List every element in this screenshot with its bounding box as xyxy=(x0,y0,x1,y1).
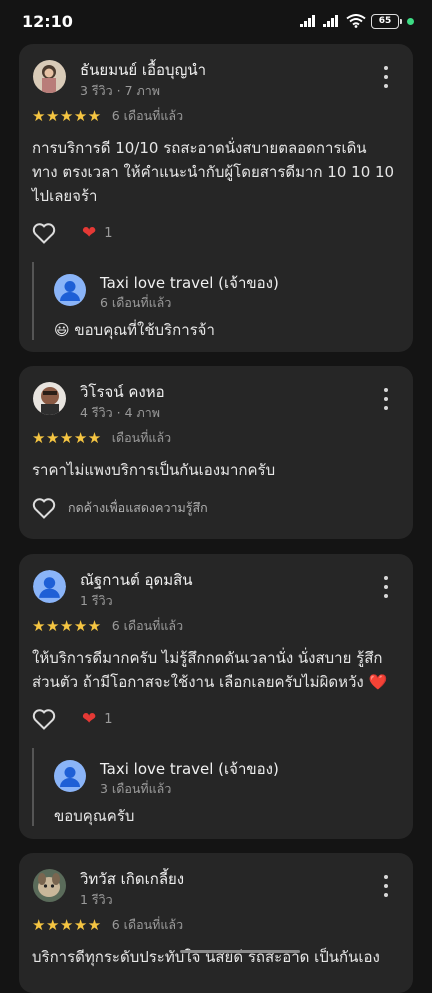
reviewer-meta: 1 รีวิว xyxy=(80,591,113,611)
review-card: วิโรจน์ คงหอ 4 รีวิว · 4 ภาพ ★★★★★ เดือน… xyxy=(19,366,413,539)
more-options-icon[interactable] xyxy=(379,576,393,598)
star-rating: ★★★★★ xyxy=(32,617,102,635)
signal-icon xyxy=(323,15,341,27)
review-card: ณัฐกานต์ อุดมสิน 1 รีวิว ★★★★★ 6 เดือนที… xyxy=(19,554,413,839)
review-text-line: บริการดีทุกระดับประทับใจ นิสัยดี รถสะอาด… xyxy=(32,945,402,969)
owner-avatar-icon xyxy=(54,760,86,792)
reaction-count: 1 xyxy=(104,226,112,241)
rating-row: ★★★★★ เดือนที่แล้ว xyxy=(32,428,171,448)
review-text-line: ส่วนตัว ถ้ามีโอกาสจะใช้งาน เลือกเลยครับไ… xyxy=(32,670,402,694)
like-heart-icon[interactable] xyxy=(32,222,56,244)
review-text-line: ให้บริการดีมากครับ ไม่รู้สึกกดดันเวลานั่… xyxy=(32,646,402,670)
reply-text: ขอบคุณครับ xyxy=(54,804,134,828)
reply-date: 3 เดือนที่แล้ว xyxy=(100,779,171,799)
red-heart-icon: ❤ xyxy=(82,223,96,243)
more-options-icon[interactable] xyxy=(379,388,393,410)
reply-date: 6 เดือนที่แล้ว xyxy=(100,293,171,313)
reaction-summary[interactable]: ❤ 1 xyxy=(82,223,113,243)
rating-row: ★★★★★ 6 เดือนที่แล้ว xyxy=(32,106,183,126)
battery-icon: 65 xyxy=(371,14,399,29)
home-indicator[interactable] xyxy=(180,950,300,953)
more-options-icon[interactable] xyxy=(379,66,393,88)
star-rating: ★★★★★ xyxy=(32,916,102,934)
review-actions: กดค้างเพื่อแสดงความรู้สึก xyxy=(32,497,208,519)
signal-icon xyxy=(300,15,318,27)
review-date: 6 เดือนที่แล้ว xyxy=(112,616,183,636)
review-actions: ❤ 1 xyxy=(32,708,113,730)
reviewer-meta: 4 รีวิว · 4 ภาพ xyxy=(80,403,160,423)
reply-text: 😃 ขอบคุณที่ใช้บริการจ้า xyxy=(54,318,215,342)
status-icons: 65 xyxy=(300,14,414,29)
avatar[interactable] xyxy=(33,382,66,415)
avatar[interactable] xyxy=(33,570,66,603)
review-text-line: ไปเลยจร้า xyxy=(32,184,402,208)
reviewer-name[interactable]: วิโรจน์ คงหอ xyxy=(80,380,165,404)
owner-reply: Taxi love travel (เจ้าของ) 6 เดือนที่แล้… xyxy=(32,262,392,340)
review-date: 6 เดือนที่แล้ว xyxy=(112,106,183,126)
review-card: ธันยมนย์ เอื้อบุญนำ 3 รีวิว · 7 ภาพ ★★★★… xyxy=(19,44,413,352)
owner-avatar-icon xyxy=(54,274,86,306)
reviewer-name[interactable]: ณัฐกานต์ อุดมสิน xyxy=(80,568,193,592)
reaction-summary[interactable]: ❤ 1 xyxy=(82,709,113,729)
review-date: เดือนที่แล้ว xyxy=(112,428,171,448)
review-actions: ❤ 1 xyxy=(32,222,113,244)
like-heart-icon[interactable] xyxy=(32,708,56,730)
red-heart-icon: ❤ xyxy=(82,709,96,729)
reviewer-meta: 1 รีวิว xyxy=(80,890,113,910)
rating-row: ★★★★★ 6 เดือนที่แล้ว xyxy=(32,915,183,935)
avatar[interactable] xyxy=(33,60,66,93)
privacy-indicator xyxy=(407,18,414,25)
status-bar: 12:10 65 xyxy=(0,0,432,42)
rating-row: ★★★★★ 6 เดือนที่แล้ว xyxy=(32,616,183,636)
wifi-icon xyxy=(346,14,366,28)
review-card: วิทวัส เกิดเกลี้ยง 1 รีวิว ★★★★★ 6 เดือน… xyxy=(19,853,413,993)
owner-name: Taxi love travel (เจ้าของ) xyxy=(100,271,279,295)
reviewer-meta: 3 รีวิว · 7 ภาพ xyxy=(80,81,160,101)
review-text-line: ราคาไม่แพงบริการเป็นกันเองมากครับ xyxy=(32,458,402,482)
owner-reply: Taxi love travel (เจ้าของ) 3 เดือนที่แล้… xyxy=(32,748,392,826)
owner-name: Taxi love travel (เจ้าของ) xyxy=(100,757,279,781)
review-text-line: การบริการดี 10/10 รถสะอาดนั่งสบายตลอดการ… xyxy=(32,136,402,160)
like-heart-icon[interactable] xyxy=(32,497,56,519)
reviewer-name[interactable]: วิทวัส เกิดเกลี้ยง xyxy=(80,867,184,891)
review-text-line: ทาง ตรงเวลา ให้คำแนะนำกับผู้โดยสารดีมาก … xyxy=(32,160,402,184)
reviewer-name[interactable]: ธันยมนย์ เอื้อบุญนำ xyxy=(80,58,206,82)
star-rating: ★★★★★ xyxy=(32,107,102,125)
star-rating: ★★★★★ xyxy=(32,429,102,447)
review-text: ให้บริการดีมากครับ ไม่รู้สึกกดดันเวลานั่… xyxy=(32,646,402,694)
clock: 12:10 xyxy=(22,12,73,31)
review-text: ราคาไม่แพงบริการเป็นกันเองมากครับ xyxy=(32,458,402,482)
review-date: 6 เดือนที่แล้ว xyxy=(112,915,183,935)
reaction-count: 1 xyxy=(104,712,112,727)
review-text: บริการดีทุกระดับประทับใจ นิสัยดี รถสะอาด… xyxy=(32,945,402,969)
reaction-hint: กดค้างเพื่อแสดงความรู้สึก xyxy=(68,498,208,518)
review-text: การบริการดี 10/10 รถสะอาดนั่งสบายตลอดการ… xyxy=(32,136,402,208)
more-options-icon[interactable] xyxy=(379,875,393,897)
avatar[interactable] xyxy=(33,869,66,902)
